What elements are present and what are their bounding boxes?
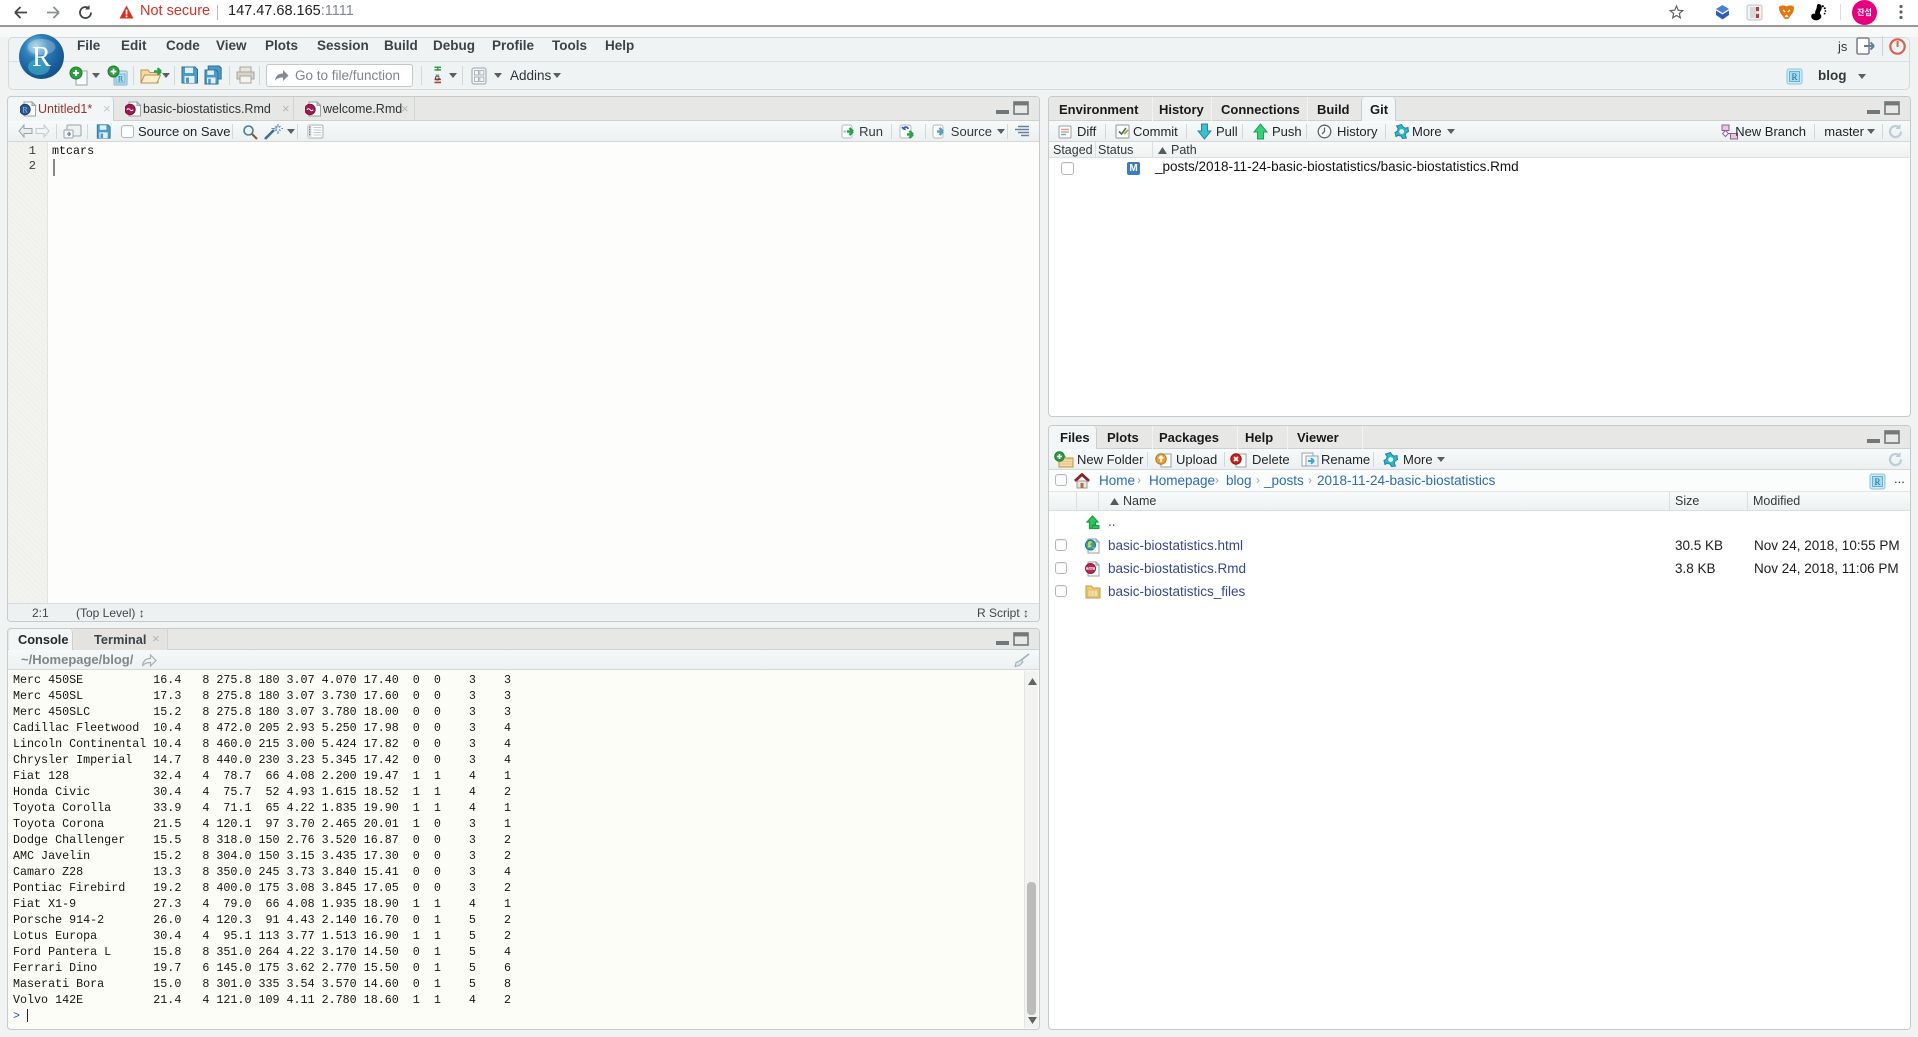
svg-text:R: R <box>118 75 124 84</box>
svg-text:G: G <box>435 75 440 82</box>
svg-text:R: R <box>1874 477 1880 487</box>
svg-text:R: R <box>1791 72 1797 82</box>
svg-text:Rmd: Rmd <box>1088 567 1094 571</box>
svg-text:R: R <box>22 106 28 115</box>
